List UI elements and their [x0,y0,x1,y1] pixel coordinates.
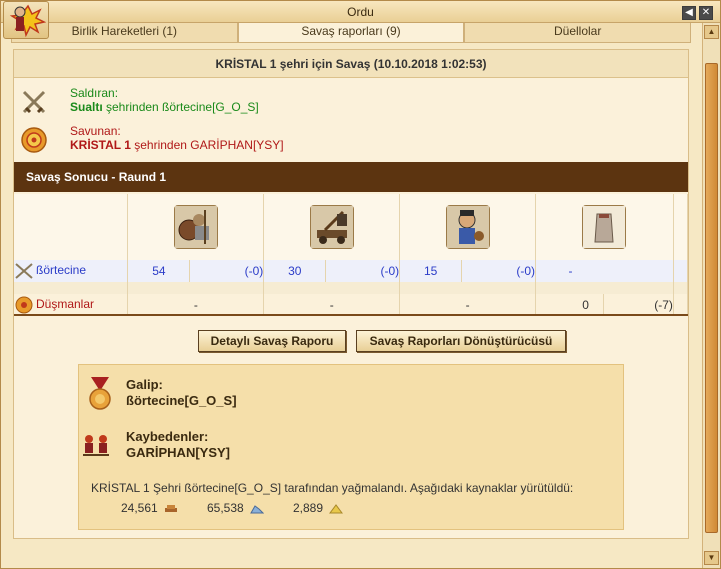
wood-icon [165,504,178,512]
enemy-count-1: - [263,294,401,316]
battle-report: KRİSTAL 1 şehri için Savaş (10.10.2018 1… [13,49,689,539]
close-icon[interactable]: ✕ [699,6,713,20]
battle-result-box: Galip: ßörtecine[G_O_S] Kaybedenler: GAR… [78,364,624,530]
swordsman-unit-icon[interactable] [445,205,490,249]
defender-label: Savunan: [70,124,121,138]
defender-section: Savunan: KRİSTAL 1 şehrinden GARİPHAN[YS… [20,124,420,160]
silver-icon [329,503,344,514]
losers-name[interactable]: GARİPHAN[YSY] [126,445,230,460]
enemy-units-row: Düşmanlar - - - 0 (-7) [14,294,689,316]
resource-wood: 24,561 [121,501,178,515]
medal-icon [89,377,111,410]
window-title: Ordu [1,1,720,23]
winner-name[interactable]: ßörtecine[G_O_S] [126,393,237,408]
army-app-icon[interactable] [3,1,49,39]
crossed-swords-icon [22,90,46,114]
own-count-0: 54 [127,260,191,282]
own-loss-2: (-0) [461,260,537,282]
scroll-up-icon[interactable]: ▲ [704,25,719,39]
resource-silver: 2,889 [293,501,344,515]
own-count-3: - [535,260,674,282]
round-title: Savaş Sonucu - Raund 1 [14,162,688,192]
defender-city[interactable]: KRİSTAL 1 [70,138,131,152]
own-count-1: 30 [263,260,327,282]
enemy-loss-3: (-7) [603,294,674,316]
own-row-name: ßörtecine [14,260,129,282]
target-icon [15,296,33,314]
enemy-count-2: - [399,294,537,316]
enemy-label: Düşmanlar [36,297,95,312]
own-player-link[interactable]: ßörtecine [36,263,86,277]
scrollbar[interactable]: ▲ ▼ [702,23,720,568]
wood-amount: 24,561 [121,501,158,515]
unit-icons-row [14,194,689,260]
attacker-label: Saldıran: [70,86,119,100]
scroll-thumb[interactable] [705,63,718,533]
units-table: ßörtecine 54 (-0) 30 (-0) 15 (-0) - Düşm… [14,194,689,316]
wall-unit-icon[interactable] [582,205,627,249]
enemy-count-3: 0 [535,294,604,316]
report-tabs: Birlik Hareketleri (1) Savaş raporları (… [11,23,692,43]
own-loss-0: (-0) [189,260,265,282]
attacker-value: Sualtı şehrinden ßörtecine[G_O_S] [70,100,259,114]
attacker-player[interactable]: şehrinden ßörtecine[G_O_S] [103,100,259,114]
own-units-row: ßörtecine 54 (-0) 30 (-0) 15 (-0) - [14,260,689,282]
crossed-swords-icon [15,263,33,279]
enemy-count-0: - [127,294,265,316]
army-window: Ordu ◀ ✕ Birlik Hareketleri (1) Savaş ra… [0,0,721,569]
defender-value: KRİSTAL 1 şehrinden GARİPHAN[YSY] [70,138,284,152]
silver-amount: 2,889 [293,501,324,515]
hoplite-unit-icon[interactable] [173,205,218,249]
shield-target-icon [21,127,47,153]
tab-battle-reports[interactable]: Savaş raporları (9) [237,23,465,43]
own-count-2: 15 [399,260,463,282]
detailed-report-button[interactable]: Detaylı Savaş Raporu [198,330,346,352]
table-separator [14,314,688,316]
attacker-section: Saldıran: Sualtı şehrinden ßörtecine[G_O… [20,86,420,122]
report-converter-button[interactable]: Savaş Raporları Dönüştürücüsü [356,330,566,352]
winner-label: Galip: [126,377,163,392]
plunder-text: KRİSTAL 1 Şehri ßörtecine[G_O_S] tarafın… [91,481,574,495]
battle-title: KRİSTAL 1 şehri için Savaş (10.10.2018 1… [14,50,688,78]
minimize-icon[interactable]: ◀ [682,6,696,20]
losers-label: Kaybedenler: [126,429,209,444]
tab-duels[interactable]: Düellolar [464,23,692,43]
resource-stone: 65,538 [207,501,265,515]
scroll-down-icon[interactable]: ▼ [704,551,719,565]
stone-icon [250,505,265,514]
own-loss-1: (-0) [325,260,401,282]
enemy-row-name: Düşmanlar [14,294,129,316]
defeated-soldiers-icon [83,435,109,456]
defender-player[interactable]: şehrinden GARİPHAN[YSY] [131,138,283,152]
stone-amount: 65,538 [207,501,244,515]
catapult-unit-icon[interactable] [309,205,354,249]
attacker-city[interactable]: Sualtı [70,100,103,114]
